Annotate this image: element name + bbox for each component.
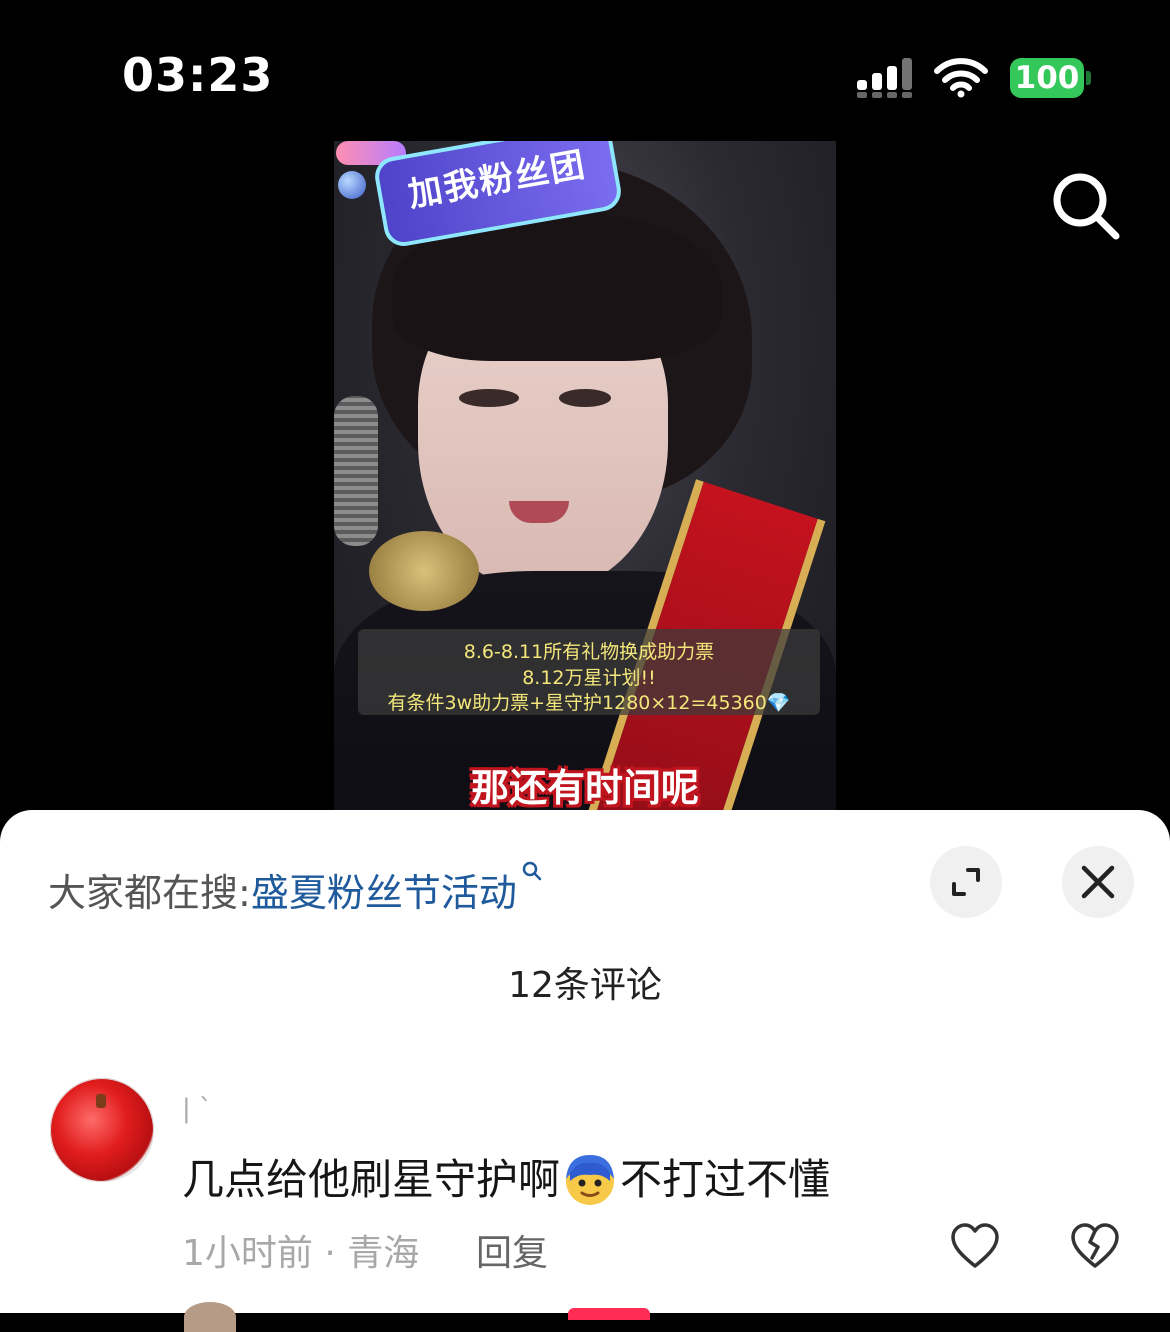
comment-text-part: 不打过不懂 — [620, 1155, 831, 1204]
comment-text[interactable]: 几点给他刷星守护啊 不打过不懂 — [182, 1146, 830, 1211]
avatar[interactable] — [50, 1078, 154, 1182]
battery-tip — [1086, 71, 1091, 85]
status-bar: 03:23 100 — [0, 0, 1170, 140]
trending-search-term[interactable]: 盛夏粉丝节活动 — [251, 871, 517, 915]
close-icon — [1081, 865, 1115, 899]
reply-button[interactable]: 回复 — [476, 1224, 548, 1276]
info-line: 8.6-8.11所有礼物换成助力票 — [463, 641, 715, 663]
search-icon[interactable] — [1050, 170, 1122, 242]
cellular-signal-icon — [857, 58, 912, 98]
status-time: 03:23 — [122, 48, 274, 102]
apple-stem — [96, 1094, 106, 1108]
battery-level: 100 — [1014, 60, 1080, 96]
trending-search-label: 大家都在搜: — [48, 871, 251, 915]
comment-text-part: 几点给他刷星守护啊 — [182, 1155, 561, 1204]
comment-username[interactable]: | ` — [182, 1094, 212, 1124]
trending-search[interactable]: 大家都在搜:盛夏粉丝节活动 — [48, 861, 543, 917]
microphone — [334, 396, 378, 546]
comment-count: 12条评论 — [508, 965, 662, 1006]
video-caption: 那还有时间呢 — [470, 766, 699, 810]
video-person-eye — [459, 389, 519, 407]
video-player[interactable]: 加我粉丝团 8.6-8.11所有礼物换成助力票 8.12万星计划!! 有条件3w… — [334, 141, 836, 811]
wifi-icon — [934, 58, 988, 98]
expand-icon — [952, 868, 980, 896]
comments-sheet: 大家都在搜:盛夏粉丝节活动 12条评论 | ` 几点给他刷星守护啊 不打过不懂 … — [0, 810, 1170, 1332]
cool-face-emoji-icon — [566, 1154, 615, 1205]
comment-time-location: 1小时前 · 青海 — [182, 1233, 420, 1274]
broken-heart-icon[interactable] — [1070, 1222, 1120, 1270]
close-button[interactable] — [1062, 846, 1134, 918]
author-badge — [568, 1308, 650, 1320]
info-line: 有条件3w助力票+星守护1280×12=45360💎 — [387, 692, 791, 714]
decoration-bubble — [338, 171, 366, 199]
battery-indicator: 100 — [1010, 58, 1092, 98]
heart-icon[interactable] — [950, 1222, 1000, 1270]
video-person-eye — [559, 389, 611, 407]
video-info-box: 8.6-8.11所有礼物换成助力票 8.12万星计划!! 有条件3w助力票+星守… — [358, 629, 820, 715]
expand-button[interactable] — [930, 846, 1002, 918]
avatar[interactable] — [184, 1302, 236, 1332]
info-line: 8.12万星计划!! — [522, 667, 656, 689]
video-person-epaulette — [369, 531, 479, 611]
small-search-icon — [522, 861, 542, 881]
